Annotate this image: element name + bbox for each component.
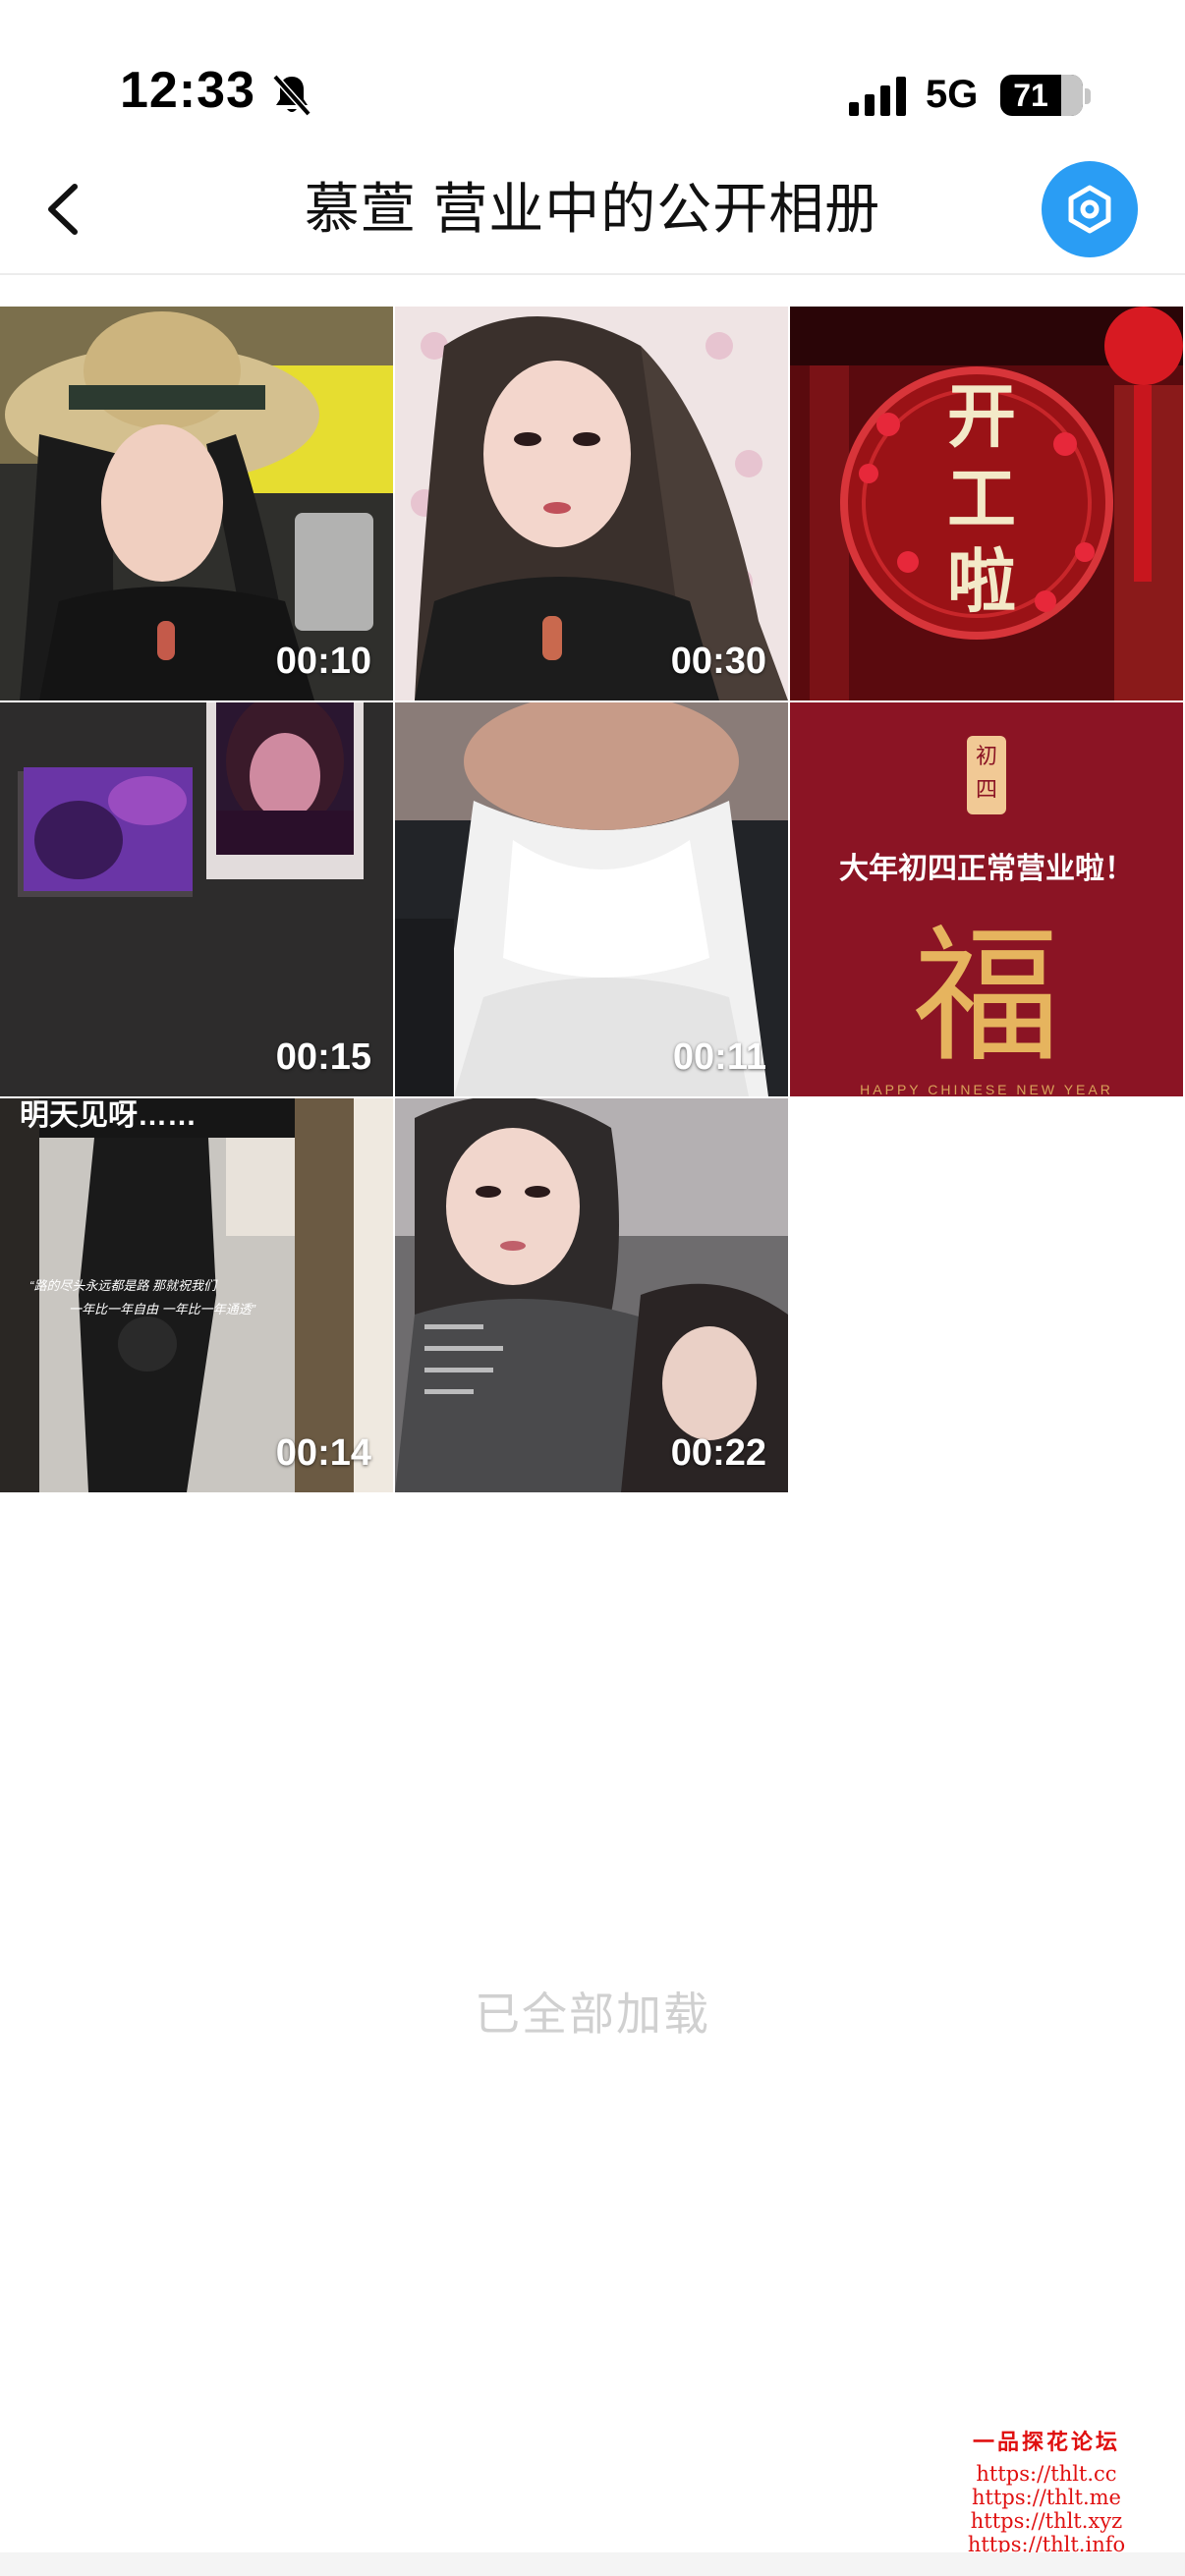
battery-cap	[1085, 88, 1091, 104]
watermark-url: https://thlt.cc	[976, 2462, 1117, 2486]
grid-item-video[interactable]: 00:15	[0, 702, 393, 1096]
battery-level: 71	[1013, 78, 1048, 113]
nav-bar: 慕萱 营业中的公开相册	[0, 147, 1185, 275]
hexagon-settings-icon	[1068, 185, 1111, 234]
video-duration: 00:30	[670, 641, 766, 682]
back-chevron-icon[interactable]	[37, 175, 96, 244]
watermark: 一品探花论坛 https://thlt.cc https://thlt.me h…	[958, 2425, 1135, 2556]
settings-button[interactable]	[1042, 161, 1138, 257]
network-label: 5G	[926, 73, 979, 116]
thumbnail-quote-line-1: “路的尽头永远都是路 那就祝我们	[29, 1278, 216, 1293]
load-complete-status: 已全部加载	[475, 1988, 710, 2040]
video-duration: 00:14	[275, 1432, 371, 1474]
grid-item-video[interactable]: 00:30	[395, 307, 788, 700]
thumbnail-caption: 开工啦	[947, 375, 1016, 622]
watermark-url: https://thlt.xyz	[970, 2509, 1123, 2533]
thumbnail-badge-text: 初四	[975, 744, 997, 802]
grid-item-video[interactable]: 00:22	[395, 1098, 788, 1492]
battery-icon: 71	[1000, 75, 1083, 116]
signal-icon	[849, 77, 906, 116]
status-bar: 12:33 5G 71	[0, 0, 1185, 147]
home-indicator-area	[0, 2552, 1185, 2576]
grid-item-image[interactable]: 初四 大年初四正常营业啦！ 福 HAPPY CHINESE NEW YEAR	[790, 702, 1183, 1096]
grid-item-video[interactable]: 00:11	[395, 702, 788, 1096]
video-duration: 00:10	[275, 641, 371, 682]
status-time: 12:33	[120, 62, 255, 119]
watermark-url: https://thlt.me	[972, 2486, 1121, 2509]
video-duration: 00:15	[275, 1036, 371, 1078]
thumbnail-top-text: 明天见呀……	[20, 1099, 197, 1132]
thumbnail-glyph: 福	[912, 912, 1060, 1083]
page-title: 慕萱 营业中的公开相册	[304, 178, 881, 240]
grid-item-image[interactable]: 开工啦	[790, 307, 1183, 700]
video-duration: 00:22	[670, 1432, 766, 1474]
thumbnail-quote-line-2: 一年比一年自由 一年比一年通透”	[69, 1302, 255, 1316]
watermark-title: 一品探花论坛	[972, 2430, 1120, 2454]
video-duration: 00:11	[672, 1036, 766, 1078]
bell-muted-icon	[272, 74, 311, 117]
grid-item-video[interactable]: 00:10	[0, 307, 393, 700]
thumbnail-footer: HAPPY CHINESE NEW YEAR	[860, 1082, 1113, 1096]
battery-empty-segment	[1061, 75, 1083, 116]
grid-item-video[interactable]: 明天见呀…… “路的尽头永远都是路 那就祝我们 一年比一年自由 一年比一年通透”…	[0, 1098, 393, 1492]
